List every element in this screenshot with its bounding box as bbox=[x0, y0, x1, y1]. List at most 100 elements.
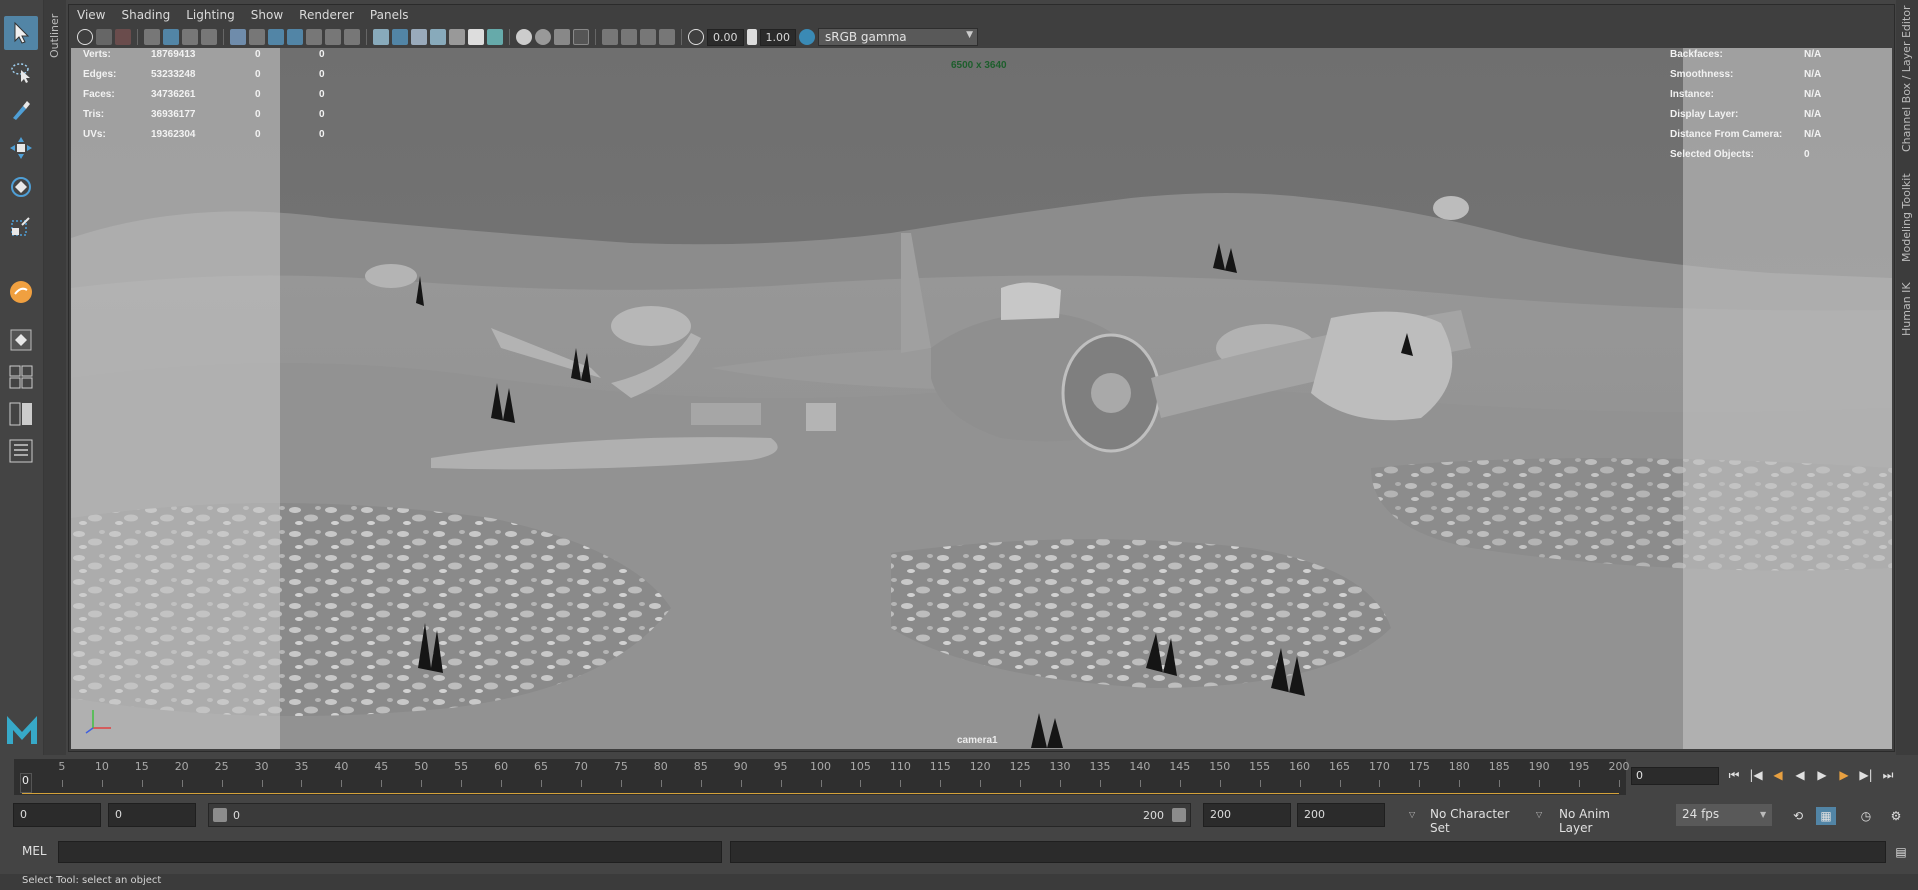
anim-layer-arrow-icon[interactable]: ▽ bbox=[1536, 810, 1542, 819]
range-slider[interactable]: 0 200 bbox=[208, 803, 1191, 827]
smooth-shade-icon[interactable] bbox=[392, 29, 408, 45]
range-slider-row: 0 0 0 200 200 200 ▽ No Character Set ▽ N… bbox=[0, 803, 1918, 835]
time-slider-tick-label: 95 bbox=[773, 760, 788, 773]
play-backwards-icon[interactable]: ◀ bbox=[1792, 767, 1808, 783]
camera-attributes-icon[interactable] bbox=[96, 29, 112, 45]
go-to-start-icon[interactable]: ⏮ bbox=[1726, 767, 1742, 783]
textured-icon[interactable] bbox=[449, 29, 465, 45]
color-space-dropdown[interactable]: sRGB gamma bbox=[818, 28, 978, 46]
playback-range-line bbox=[22, 793, 1619, 794]
anim-layer-dropdown[interactable]: No Anim Layer bbox=[1553, 804, 1653, 835]
multisample-aa-icon[interactable] bbox=[554, 29, 570, 45]
step-back-key-icon[interactable]: ◀ bbox=[1770, 767, 1786, 783]
safe-title-icon[interactable] bbox=[344, 29, 360, 45]
grid-icon[interactable] bbox=[230, 29, 246, 45]
x-ray-joints-icon[interactable] bbox=[640, 29, 656, 45]
last-used-tool-icon[interactable] bbox=[4, 275, 38, 309]
current-frame-field[interactable]: 0 bbox=[1631, 767, 1719, 785]
time-slider-tick-label: 120 bbox=[969, 760, 991, 773]
time-slider-tick-label: 50 bbox=[414, 760, 429, 773]
3d-viewport[interactable]: Verts: 18769413 0 0 Edges: 53233248 0 0 … bbox=[71, 48, 1892, 749]
character-set-dropdown[interactable]: No Character Set bbox=[1424, 804, 1524, 835]
film-gate-icon[interactable] bbox=[249, 29, 265, 45]
menu-shading[interactable]: Shading bbox=[121, 8, 170, 22]
isolate-select-icon[interactable] bbox=[602, 29, 618, 45]
outliner-layout-icon[interactable] bbox=[4, 434, 38, 468]
motion-blur-icon[interactable] bbox=[535, 29, 551, 45]
animation-preferences-icon[interactable]: ⚙ bbox=[1888, 808, 1904, 824]
gamma-icon[interactable] bbox=[746, 29, 757, 45]
mel-input[interactable] bbox=[58, 841, 722, 863]
exposure-icon[interactable] bbox=[688, 29, 704, 45]
paint-select-tool-icon[interactable] bbox=[4, 93, 38, 127]
outliner-side-tab[interactable]: Outliner bbox=[44, 0, 66, 755]
resolution-gate-icon[interactable] bbox=[268, 29, 284, 45]
safe-action-icon[interactable] bbox=[325, 29, 341, 45]
fps-arrow-icon[interactable]: ▼ bbox=[1760, 810, 1766, 819]
shadows-icon[interactable] bbox=[487, 29, 503, 45]
loop-icon[interactable]: ⟲ bbox=[1790, 808, 1806, 824]
gate-mask-icon[interactable] bbox=[287, 29, 303, 45]
two-d-pan-zoom-icon[interactable] bbox=[163, 29, 179, 45]
range-slider-end-label: 200 bbox=[1143, 809, 1164, 822]
two-view-layout-icon[interactable] bbox=[4, 397, 38, 431]
field-chart-icon[interactable] bbox=[306, 29, 322, 45]
tab-channel-box[interactable]: Channel Box / Layer Editor bbox=[1900, 5, 1913, 152]
exposure-field[interactable]: 0.00 bbox=[707, 28, 744, 46]
range-start-handle[interactable] bbox=[213, 808, 227, 822]
script-editor-icon[interactable]: ▤ bbox=[1893, 844, 1909, 860]
use-all-lights-icon[interactable] bbox=[468, 29, 484, 45]
playback-start-field[interactable]: 0 bbox=[108, 803, 196, 827]
animation-start-field[interactable]: 0 bbox=[13, 803, 101, 827]
playback-end-field[interactable]: 200 bbox=[1203, 803, 1291, 827]
wireframe-icon[interactable] bbox=[373, 29, 389, 45]
character-set-arrow-icon[interactable]: ▽ bbox=[1409, 810, 1415, 819]
select-tool-icon[interactable] bbox=[4, 16, 38, 50]
animation-end-field[interactable]: 200 bbox=[1297, 803, 1385, 827]
playback-speed-icon[interactable]: ◷ bbox=[1858, 808, 1874, 824]
menu-panels[interactable]: Panels bbox=[370, 8, 409, 22]
tab-human-ik[interactable]: Human IK bbox=[1900, 282, 1913, 336]
lasso-tool-icon[interactable] bbox=[4, 55, 38, 89]
menu-view[interactable]: View bbox=[77, 8, 105, 22]
four-view-layout-icon[interactable] bbox=[4, 360, 38, 394]
step-forward-frame-icon[interactable]: ▶| bbox=[1858, 767, 1874, 783]
help-line-text: Select Tool: select an object bbox=[22, 875, 162, 886]
move-tool-icon[interactable] bbox=[4, 131, 38, 165]
image-plane-icon[interactable] bbox=[144, 29, 160, 45]
gamma-field[interactable]: 1.00 bbox=[759, 28, 796, 46]
x-ray-icon[interactable] bbox=[621, 29, 637, 45]
select-camera-icon[interactable] bbox=[77, 29, 93, 45]
scale-tool-icon[interactable] bbox=[4, 209, 38, 243]
bookmarks-icon[interactable] bbox=[115, 29, 131, 45]
range-slider-start-label: 0 bbox=[233, 809, 240, 822]
view-transform-icon[interactable] bbox=[799, 29, 815, 45]
x-ray-active-components-icon[interactable] bbox=[659, 29, 675, 45]
depth-of-field-icon[interactable] bbox=[573, 29, 589, 45]
single-perspective-layout-icon[interactable] bbox=[4, 323, 38, 357]
menu-renderer[interactable]: Renderer bbox=[299, 8, 354, 22]
auto-key-icon[interactable]: ▦ bbox=[1816, 807, 1836, 825]
play-forwards-icon[interactable]: ▶ bbox=[1814, 767, 1830, 783]
time-slider-tick-label: 130 bbox=[1049, 760, 1071, 773]
bookmark-icon[interactable] bbox=[201, 29, 217, 45]
mel-label[interactable]: MEL bbox=[22, 844, 47, 858]
rotate-tool-icon[interactable] bbox=[4, 170, 38, 204]
go-to-end-icon[interactable]: ⏭ bbox=[1880, 767, 1896, 783]
time-slider-tick-label: 75 bbox=[613, 760, 628, 773]
range-end-handle[interactable] bbox=[1172, 808, 1186, 822]
resolution-gate-label: 6500 x 3640 bbox=[951, 60, 1007, 71]
screen-space-ao-icon[interactable] bbox=[516, 29, 532, 45]
time-slider-tick-label: 110 bbox=[889, 760, 911, 773]
step-back-frame-icon[interactable]: |◀ bbox=[1748, 767, 1764, 783]
menu-lighting[interactable]: Lighting bbox=[186, 8, 235, 22]
step-forward-key-icon[interactable]: ▶ bbox=[1836, 767, 1852, 783]
outliner-tab-label[interactable]: Outliner bbox=[48, 14, 61, 58]
time-slider[interactable]: 5 10 15 20 25 30 35 40 45 50 55 60 65 70 75 80 85 90 95 100… bbox=[14, 759, 1630, 795]
grease-pencil-icon[interactable] bbox=[182, 29, 198, 45]
fps-dropdown[interactable]: 24 fps bbox=[1676, 804, 1772, 826]
default-material-icon[interactable] bbox=[430, 29, 446, 45]
menu-show[interactable]: Show bbox=[251, 8, 283, 22]
wireframe-on-shaded-icon[interactable] bbox=[411, 29, 427, 45]
tab-modeling-toolkit[interactable]: Modeling Toolkit bbox=[1900, 173, 1913, 262]
